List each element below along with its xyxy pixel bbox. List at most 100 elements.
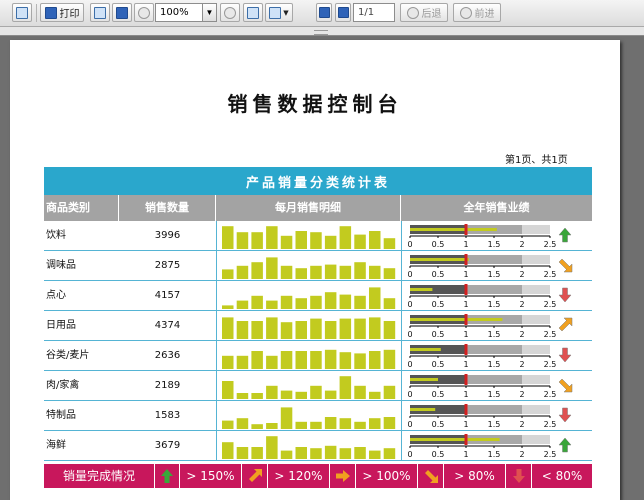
sparkline-bar bbox=[251, 295, 263, 309]
legend-label: > 120% bbox=[268, 464, 330, 488]
sparkline-bar bbox=[369, 265, 381, 279]
column-divider bbox=[401, 431, 402, 461]
export-button[interactable] bbox=[12, 3, 32, 22]
sparkline-bar bbox=[251, 321, 263, 339]
performance-bar bbox=[410, 438, 500, 441]
performance-bullet-chart: 0 0.5 1 1.5 2 2.5 bbox=[407, 254, 557, 279]
sparkline-bar bbox=[324, 235, 337, 249]
bullet-tick-label: 2.5 bbox=[544, 270, 557, 279]
quantity-cell: 1583 bbox=[154, 410, 181, 421]
legend-down-icon bbox=[506, 464, 532, 488]
bullet-tick-label: 0.5 bbox=[432, 360, 445, 369]
layout-button[interactable]: ▼ bbox=[265, 3, 293, 22]
zoom-fit-icon bbox=[224, 6, 236, 19]
sparkline-bar bbox=[324, 264, 337, 279]
sparkline-bar bbox=[339, 265, 352, 279]
sparkline-bar bbox=[369, 450, 381, 459]
quantity-cell: 3996 bbox=[154, 230, 181, 241]
sparkline-bar bbox=[339, 294, 352, 309]
sparkline-bar bbox=[266, 423, 278, 429]
sparkline-bar bbox=[266, 317, 278, 339]
bullet-tick-label: 0 bbox=[407, 390, 412, 399]
table-body: 饮料 3996 0 0.5 1 1.5 2 2.5 调味品 2875 0 0.5 1 1.5 2 2.5 点心 4… bbox=[44, 221, 592, 461]
sparkline-bar bbox=[354, 447, 366, 459]
legend-right-icon bbox=[330, 464, 356, 488]
bullet-band bbox=[522, 345, 550, 354]
category-cell: 点心 bbox=[46, 290, 66, 301]
table-row: 调味品 2875 0 0.5 1 1.5 2 2.5 bbox=[44, 251, 592, 281]
legend-up-right-icon bbox=[242, 464, 268, 488]
bullet-tick-label: 1.5 bbox=[488, 450, 501, 459]
table-row: 日用品 4374 0 0.5 1 1.5 2 2.5 bbox=[44, 311, 592, 341]
sparkline-bar bbox=[280, 450, 293, 459]
bullet-tick-label: 2 bbox=[519, 450, 524, 459]
find-button[interactable] bbox=[112, 3, 132, 22]
column-divider bbox=[401, 281, 402, 311]
sparkline-bar bbox=[383, 349, 396, 369]
print-button[interactable]: 打印 bbox=[40, 3, 84, 22]
sparkline-bar bbox=[266, 436, 278, 459]
monthly-sparkline bbox=[222, 317, 396, 339]
sparkline-bar bbox=[236, 232, 249, 249]
copy-button[interactable] bbox=[90, 3, 110, 22]
bullet-tick-label: 1.5 bbox=[488, 300, 501, 309]
quantity-cell: 4374 bbox=[154, 320, 181, 331]
target-marker bbox=[464, 344, 468, 355]
bullet-tick-label: 1 bbox=[463, 390, 468, 399]
column-divider bbox=[401, 251, 402, 281]
sparkline-bar bbox=[339, 376, 352, 399]
sparkline-bar bbox=[310, 295, 322, 309]
back-button[interactable]: 后退 bbox=[400, 3, 448, 22]
sparkline-bar bbox=[295, 268, 307, 279]
page-number-input[interactable]: 1/1 bbox=[353, 3, 395, 22]
sparkline-bar bbox=[354, 421, 366, 429]
sparkline-bar bbox=[324, 417, 337, 429]
trend-down-right-icon bbox=[558, 378, 573, 393]
next-page-button[interactable] bbox=[335, 3, 351, 22]
zoom-fit-button[interactable] bbox=[220, 3, 240, 22]
splitter-handle[interactable] bbox=[0, 27, 644, 36]
prev-page-button[interactable] bbox=[316, 3, 332, 22]
sparkline-bar bbox=[310, 448, 322, 459]
bullet-tick-label: 2 bbox=[519, 360, 524, 369]
legend-bar: 销量完成情况 > 150% > 120% > 100% > 80% < 80% bbox=[44, 464, 592, 488]
sparkline-bar bbox=[222, 226, 234, 249]
performance-bullet-chart: 0 0.5 1 1.5 2 2.5 bbox=[407, 284, 556, 309]
bullet-tick-label: 0.5 bbox=[432, 420, 445, 429]
table-row: 谷类/麦片 2636 0 0.5 1 1.5 2 2.5 bbox=[44, 341, 592, 371]
sparkline-bar bbox=[383, 321, 396, 339]
sparkline-bar bbox=[324, 445, 337, 459]
performance-bar bbox=[410, 408, 436, 411]
sparkline-bar bbox=[369, 418, 381, 429]
category-cell: 饮料 bbox=[46, 230, 66, 241]
sparkline-bar bbox=[280, 351, 293, 369]
sparkline-bar bbox=[354, 353, 366, 369]
magnify-icon bbox=[138, 6, 150, 19]
forward-button[interactable]: 前进 bbox=[453, 3, 501, 22]
sparkline-bar bbox=[383, 448, 396, 459]
sparkline-bar bbox=[369, 231, 381, 249]
trend-up-right-icon bbox=[558, 317, 573, 332]
column-divider bbox=[216, 431, 217, 461]
bullet-tick-label: 2.5 bbox=[544, 450, 557, 459]
monthly-sparkline bbox=[222, 436, 396, 459]
sparkline-bar bbox=[222, 269, 234, 279]
bullet-tick-label: 2.5 bbox=[544, 390, 557, 399]
performance-bar bbox=[410, 318, 503, 321]
magnify-button[interactable] bbox=[134, 3, 154, 22]
sparkline-bar bbox=[295, 391, 307, 399]
trend-down-icon bbox=[558, 287, 572, 303]
header-performance: 全年销售业绩 bbox=[463, 201, 530, 214]
sparkline-bar bbox=[339, 418, 352, 429]
bullet-tick-label: 0 bbox=[407, 240, 412, 249]
page-setup-button[interactable] bbox=[243, 3, 263, 22]
sparkline-bar bbox=[324, 321, 337, 339]
zoom-dropdown-icon[interactable]: ▼ bbox=[202, 3, 217, 22]
column-divider bbox=[401, 401, 402, 431]
sparkline-bar bbox=[310, 421, 322, 429]
category-cell: 调味品 bbox=[46, 260, 76, 271]
bullet-band bbox=[522, 255, 550, 264]
monthly-sparkline bbox=[222, 376, 396, 399]
column-divider bbox=[401, 221, 402, 251]
bullet-band bbox=[522, 315, 550, 324]
